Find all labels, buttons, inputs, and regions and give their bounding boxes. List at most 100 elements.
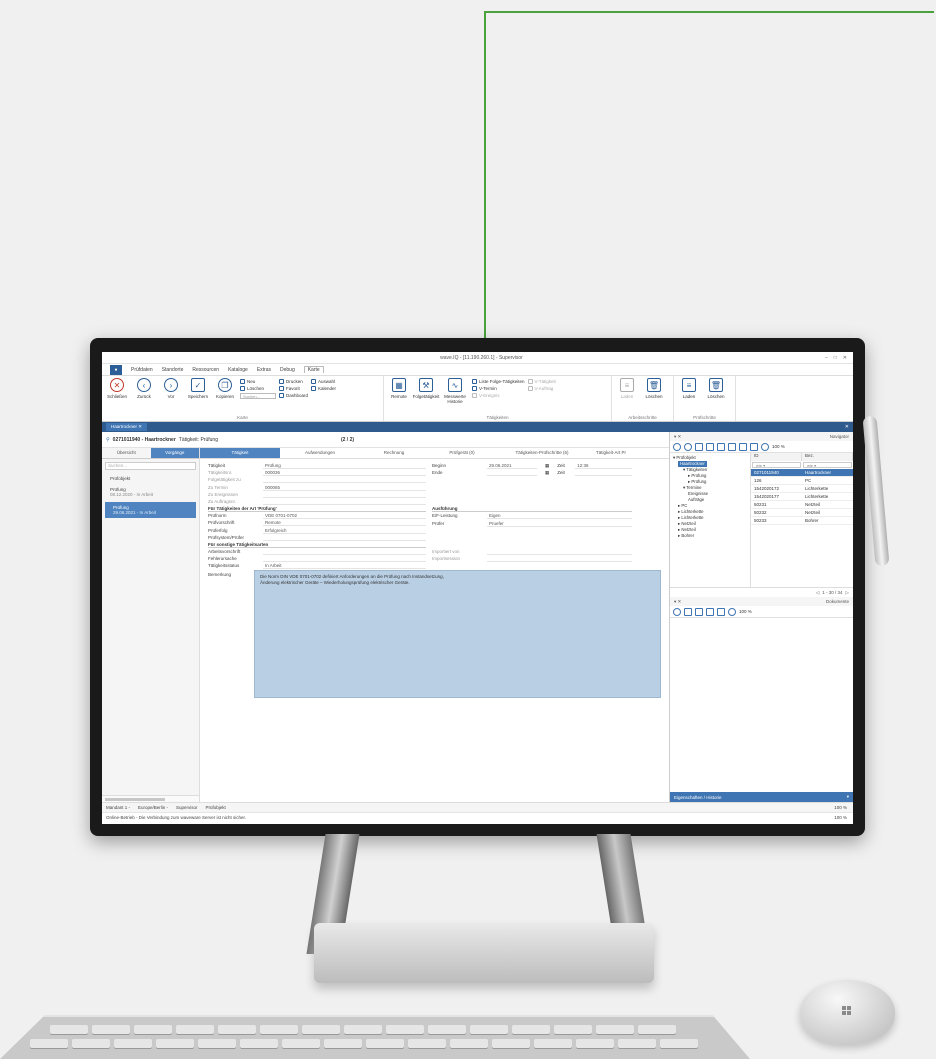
calendar-icon[interactable]: ▦ (537, 463, 557, 469)
load-steps-button[interactable]: ≡ Laden (615, 378, 639, 415)
dashboard-button[interactable]: Dashboard (279, 393, 308, 398)
app-menu-button[interactable]: ● (110, 364, 122, 375)
mandant-status[interactable]: Mandant 1 - (106, 805, 130, 810)
refresh-icon[interactable] (673, 442, 681, 451)
close-all-tabs-icon[interactable]: ✕ (845, 424, 853, 430)
field-pruefsystem[interactable] (263, 534, 426, 541)
delete-steps-button[interactable]: 🗑 Löschen (642, 378, 666, 415)
selection-button[interactable]: Auswahl (311, 379, 336, 384)
menu-standorte[interactable]: Standorte (162, 367, 184, 373)
tab-taetigkeit-art[interactable]: Tätigkeit-Art Pr (588, 448, 634, 458)
table-row[interactable]: 1542020177 Lichterkette (751, 493, 853, 501)
tab-rechnung[interactable]: Rechnung (360, 448, 428, 458)
tab-taetigkeiten-pruefschritte[interactable]: Tätigkeiten-Prüfschritte (6) (496, 448, 588, 458)
tiles-icon[interactable] (706, 607, 714, 616)
table-row[interactable]: 50233 Bohrer (751, 517, 853, 525)
new-button[interactable]: Neu (240, 379, 276, 384)
field-ef-leistung[interactable]: Eigen (487, 512, 632, 520)
tab-vorgaenge[interactable]: Vorgänge (150, 448, 199, 459)
table-row[interactable]: 1542020172 Lichterkette (751, 485, 853, 493)
menu-extras[interactable]: Extras (257, 367, 271, 373)
field-pruefnorm[interactable]: VDE 0701-0702 (263, 512, 426, 520)
hierarchy-icon[interactable] (717, 442, 725, 451)
filter-icon[interactable] (684, 442, 692, 451)
details-icon[interactable] (717, 607, 725, 616)
camera-icon[interactable] (684, 607, 692, 616)
no-entry-icon[interactable] (728, 607, 736, 616)
prev-page-icon[interactable]: ◁ (816, 590, 819, 596)
remote-button[interactable]: ▦ Remote (387, 378, 411, 415)
zoom-level[interactable]: 100 % (739, 609, 752, 614)
minimize-icon[interactable]: – (825, 355, 828, 361)
field-prueferfolg[interactable]: Erfolgreich (263, 527, 426, 534)
folder-icon[interactable] (695, 607, 703, 616)
field-ende-zeit[interactable] (575, 469, 632, 477)
grid-header-bez[interactable]: Bez. (802, 453, 853, 461)
tab-taetigkeit[interactable]: Tätigkeit (200, 448, 280, 458)
calendar-icon[interactable]: ▦ (537, 470, 557, 476)
nav-item-pruefobjekt[interactable]: Prüfobjekt (102, 473, 199, 484)
v-auftrag-button[interactable]: V-Auftrag (527, 386, 556, 391)
funnel-icon[interactable] (750, 442, 758, 451)
maximize-icon[interactable]: □ (834, 355, 837, 361)
forward-button[interactable]: › Vor (159, 378, 183, 415)
tree-node[interactable]: ▸ Bohrer (673, 533, 747, 539)
table-row[interactable]: 0271011940 Haartrockner (751, 469, 853, 477)
grid-icon[interactable] (728, 442, 736, 451)
v-ereignis-button[interactable]: V-Ereignis (472, 393, 525, 398)
zoom-out-icon[interactable] (761, 442, 769, 451)
zoom-level[interactable]: 100 % (834, 815, 853, 820)
field-taetigkeit[interactable]: Prüfung (263, 462, 426, 470)
zoom-level[interactable]: 100 % (834, 805, 847, 810)
save-button[interactable]: ✓ Speichern (186, 378, 210, 415)
nav-item-pruefung-1[interactable]: Prüfung 08.12.2020 - In Arbeit (102, 484, 199, 500)
columns-icon[interactable] (739, 442, 747, 451)
nav-search-input[interactable]: Suchen... (105, 462, 196, 470)
delete-button[interactable]: Löschen (240, 386, 276, 391)
properties-history-bar[interactable]: Eigenschaften / Historie ▾ (670, 792, 853, 802)
calendar-button[interactable]: Kalender (311, 386, 336, 391)
back-button[interactable]: ‹ Zurück (132, 378, 156, 415)
close-tab-icon[interactable]: ✕ (138, 424, 142, 429)
close-icon[interactable]: ✕ (843, 355, 847, 361)
ribbon-search-input[interactable]: Suchen... (240, 393, 276, 399)
module-status[interactable]: Prüfobjekt (206, 805, 226, 810)
load-test-steps-button[interactable]: ≡ Laden (677, 378, 701, 415)
v-termin-button[interactable]: V-Termin (472, 386, 525, 391)
follow-up-list-button[interactable]: Liste Folge-Tätigkeiten (472, 379, 525, 384)
field-beginn-zeit[interactable]: 12:36 (575, 462, 632, 470)
field-beginn-datum[interactable]: 29.06.2021 (487, 462, 537, 470)
zoom-level[interactable]: 100 % (772, 444, 785, 449)
user-status[interactable]: Supervisor (176, 805, 198, 810)
field-taetigkeitsstatus[interactable]: In Arbeit (263, 562, 426, 570)
measurement-history-button[interactable]: ∿ Messwerte Historie (441, 378, 469, 415)
menu-kataloge[interactable]: Kataloge (228, 367, 248, 373)
field-arbeitsvorschrift[interactable] (263, 548, 426, 555)
grid-header-id[interactable]: ID (751, 453, 802, 461)
close-card-button[interactable]: ✕ Schließen (105, 378, 129, 415)
follow-up-activity-button[interactable]: ⚒ Folgetätigkeit (413, 378, 439, 415)
menu-pruefdaten[interactable]: Prüfdaten (131, 367, 153, 373)
table-row[interactable]: 126 PC (751, 477, 853, 485)
document-tab-haartrockner[interactable]: Haartrockner ✕ (106, 423, 148, 431)
tab-aufwendungen[interactable]: Aufwendungen (280, 448, 360, 458)
menu-karte[interactable]: Karte (303, 366, 324, 373)
add-document-icon[interactable] (673, 607, 681, 616)
tree-view-icon[interactable] (706, 442, 714, 451)
print-button[interactable]: Drucken (279, 379, 308, 384)
table-row[interactable]: 50231 Netzteil (751, 501, 853, 509)
nav-item-pruefung-2[interactable]: Prüfung 29.06.2021 - In Arbeit (105, 502, 196, 518)
nav-scrollbar[interactable] (102, 795, 199, 802)
copy-button[interactable]: ❐ Kopieren (213, 378, 237, 415)
menu-ressourcen[interactable]: Ressourcen (192, 367, 219, 373)
field-ende-datum[interactable] (487, 469, 537, 477)
next-page-icon[interactable]: ▷ (846, 590, 849, 596)
table-row[interactable]: 50232 Netzteil (751, 509, 853, 517)
timezone-status[interactable]: Europe/Berlin - (138, 805, 168, 810)
grid-filter-id[interactable]: wie ▾ (752, 462, 801, 468)
tab-pruefgeraet[interactable]: Prüfgerät (0) (428, 448, 496, 458)
menu-debug[interactable]: Debug (280, 367, 295, 373)
pin-icon[interactable]: ▾ ✕ (674, 599, 681, 605)
tab-uebersicht[interactable]: Übersicht (102, 448, 151, 459)
field-pruefvorschrift[interactable]: Remote (263, 519, 426, 527)
